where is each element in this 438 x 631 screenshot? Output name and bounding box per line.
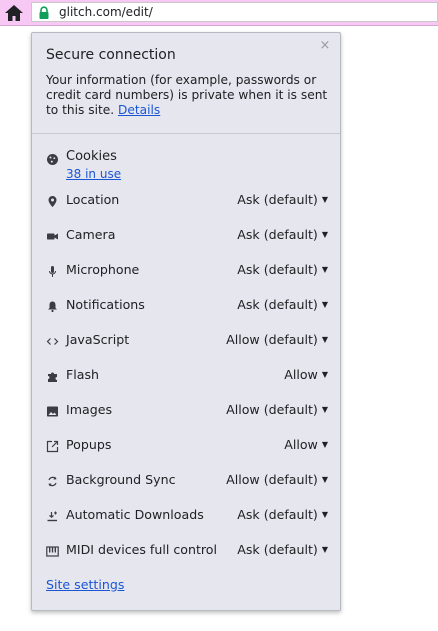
cookie-icon xyxy=(46,151,59,165)
permission-row-images: Images Allow (default) ▼ xyxy=(46,401,328,419)
caret-down-icon: ▼ xyxy=(321,510,328,519)
permission-value: Allow (default) xyxy=(226,332,318,347)
permission-value: Ask (default) xyxy=(237,507,318,522)
microphone-icon xyxy=(46,263,59,277)
permission-row-camera: Camera Ask (default) ▼ xyxy=(46,226,328,244)
code-icon xyxy=(46,333,59,346)
caret-down-icon: ▼ xyxy=(321,230,328,239)
caret-down-icon: ▼ xyxy=(321,265,328,274)
caret-down-icon: ▼ xyxy=(321,405,328,414)
permission-dropdown-background-sync[interactable]: Allow (default) ▼ xyxy=(226,471,328,489)
browser-toolbar: glitch.com/edit/ xyxy=(0,0,438,26)
lock-icon[interactable] xyxy=(37,5,51,19)
midi-icon xyxy=(46,543,59,557)
permission-dropdown-popups[interactable]: Allow ▼ xyxy=(284,436,328,454)
permission-dropdown-javascript[interactable]: Allow (default) ▼ xyxy=(226,331,328,349)
permission-value: Ask (default) xyxy=(237,297,318,312)
permission-dropdown-midi[interactable]: Ask (default) ▼ xyxy=(237,541,328,559)
permission-dropdown-camera[interactable]: Ask (default) ▼ xyxy=(237,226,328,244)
permission-value: Allow xyxy=(284,367,318,382)
permission-label: Location xyxy=(66,192,120,207)
permission-row-location: Location Ask (default) ▼ xyxy=(46,191,328,209)
permission-value: Ask (default) xyxy=(237,227,318,242)
permission-value: Ask (default) xyxy=(237,262,318,277)
cookies-label: Cookies xyxy=(66,149,117,164)
bell-icon xyxy=(46,298,59,313)
location-pin-icon xyxy=(46,193,59,207)
caret-down-icon: ▼ xyxy=(321,335,328,344)
download-icon xyxy=(46,508,59,522)
caret-down-icon: ▼ xyxy=(321,370,328,379)
permission-label: MIDI devices full control xyxy=(66,542,217,557)
cookies-in-use-link[interactable]: 38 in use xyxy=(66,167,121,181)
image-icon xyxy=(46,403,59,417)
permission-value: Ask (default) xyxy=(237,542,318,557)
camera-icon xyxy=(46,228,59,241)
permission-dropdown-flash[interactable]: Allow ▼ xyxy=(284,366,328,384)
permission-row-flash: Flash Allow ▼ xyxy=(46,366,328,384)
caret-down-icon: ▼ xyxy=(321,300,328,309)
close-icon[interactable]: × xyxy=(318,39,332,53)
permission-label: Notifications xyxy=(66,297,145,312)
caret-down-icon: ▼ xyxy=(321,475,328,484)
permission-row-popups: Popups Allow ▼ xyxy=(46,436,328,454)
address-bar[interactable]: glitch.com/edit/ xyxy=(31,2,438,22)
permission-label: Camera xyxy=(66,227,116,242)
url-text[interactable]: glitch.com/edit/ xyxy=(59,3,153,21)
permission-label: JavaScript xyxy=(66,332,130,347)
caret-down-icon: ▼ xyxy=(321,195,328,204)
home-icon[interactable] xyxy=(3,2,25,24)
popup-icon xyxy=(46,438,59,453)
permission-label: Images xyxy=(66,402,113,417)
permission-dropdown-automatic-downloads[interactable]: Ask (default) ▼ xyxy=(237,506,328,524)
permission-dropdown-notifications[interactable]: Ask (default) ▼ xyxy=(237,296,328,314)
permission-row-automatic-downloads: Automatic Downloads Ask (default) ▼ xyxy=(46,506,328,524)
connection-description: Your information (for example, passwords… xyxy=(46,73,331,118)
permission-value: Allow xyxy=(284,437,318,452)
permission-value: Allow (default) xyxy=(226,402,318,417)
divider xyxy=(32,133,340,134)
caret-down-icon: ▼ xyxy=(321,440,328,449)
permission-row-microphone: Microphone Ask (default) ▼ xyxy=(46,261,328,279)
permission-row-notifications: Notifications Ask (default) ▼ xyxy=(46,296,328,314)
permission-label: Popups xyxy=(66,437,112,452)
permission-label: Background Sync xyxy=(66,472,176,487)
permission-label: Microphone xyxy=(66,262,140,277)
caret-down-icon: ▼ xyxy=(321,545,328,554)
puzzle-icon xyxy=(46,368,59,382)
connection-title: Secure connection xyxy=(46,47,176,63)
permission-dropdown-microphone[interactable]: Ask (default) ▼ xyxy=(237,261,328,279)
permission-row-midi: MIDI devices full control Ask (default) ▼ xyxy=(46,541,328,559)
site-info-popup: × Secure connection Your information (fo… xyxy=(31,32,341,611)
permission-value: Allow (default) xyxy=(226,472,318,487)
permission-dropdown-location[interactable]: Ask (default) ▼ xyxy=(237,191,328,209)
permission-label: Automatic Downloads xyxy=(66,507,204,522)
sync-icon xyxy=(46,473,59,487)
permission-row-background-sync: Background Sync Allow (default) ▼ xyxy=(46,471,328,489)
permission-row-javascript: JavaScript Allow (default) ▼ xyxy=(46,331,328,349)
permission-value: Ask (default) xyxy=(237,192,318,207)
permission-label: Flash xyxy=(66,367,100,382)
details-link[interactable]: Details xyxy=(118,103,160,117)
site-settings-link[interactable]: Site settings xyxy=(46,577,124,592)
permission-dropdown-images[interactable]: Allow (default) ▼ xyxy=(226,401,328,419)
connection-description-text: Your information (for example, passwords… xyxy=(46,73,328,117)
